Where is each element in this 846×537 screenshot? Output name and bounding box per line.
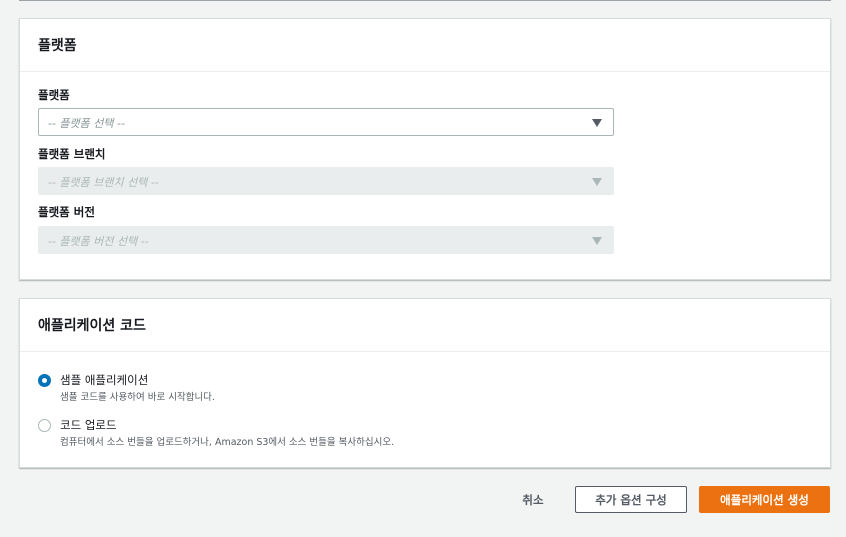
platform-version-select: -- 플랫폼 버전 선택 --	[38, 226, 614, 254]
upload-code-radio[interactable]	[38, 419, 51, 432]
platform-branch-select-placeholder: -- 플랫폼 브랜치 선택 --	[48, 176, 159, 189]
caret-down-icon	[592, 178, 602, 186]
cancel-button[interactable]: 취소	[511, 486, 555, 513]
platform-panel: 플랫폼 플랫폼 -- 플랫폼 선택 -- 플랫폼 브랜치 -- 플랫폼 브랜치 …	[19, 18, 831, 280]
previous-card-edge	[19, 0, 831, 1]
platform-select-placeholder: -- 플랫폼 선택 --	[48, 117, 125, 130]
platform-branch-label: 플랫폼 브랜치	[38, 147, 106, 161]
upload-code-label: 코드 업로드	[60, 418, 117, 432]
application-code-panel: 애플리케이션 코드 샘플 애플리케이션 샘플 코드를 사용하여 바로 시작합니다…	[19, 298, 831, 468]
platform-label: 플랫폼	[38, 88, 70, 102]
platform-panel-title: 플랫폼	[20, 19, 830, 72]
caret-down-icon	[592, 119, 602, 127]
platform-branch-select: -- 플랫폼 브랜치 선택 --	[38, 167, 614, 195]
platform-select[interactable]: -- 플랫폼 선택 --	[38, 108, 614, 136]
sample-application-description: 샘플 코드를 사용하여 바로 시작합니다.	[60, 392, 215, 403]
sample-application-label: 샘플 애플리케이션	[60, 373, 149, 387]
application-code-panel-title: 애플리케이션 코드	[20, 299, 830, 352]
platform-version-label: 플랫폼 버전	[38, 205, 95, 219]
platform-version-select-placeholder: -- 플랫폼 버전 선택 --	[48, 235, 149, 248]
caret-down-icon	[592, 237, 602, 245]
create-application-button[interactable]: 애플리케이션 생성	[699, 486, 830, 513]
sample-application-radio[interactable]	[38, 374, 51, 387]
configure-more-options-button[interactable]: 추가 옵션 구성	[575, 486, 687, 513]
upload-code-description: 컴퓨터에서 소스 번들을 업로드하거나, Amazon S3에서 소스 번들을 …	[60, 437, 395, 448]
